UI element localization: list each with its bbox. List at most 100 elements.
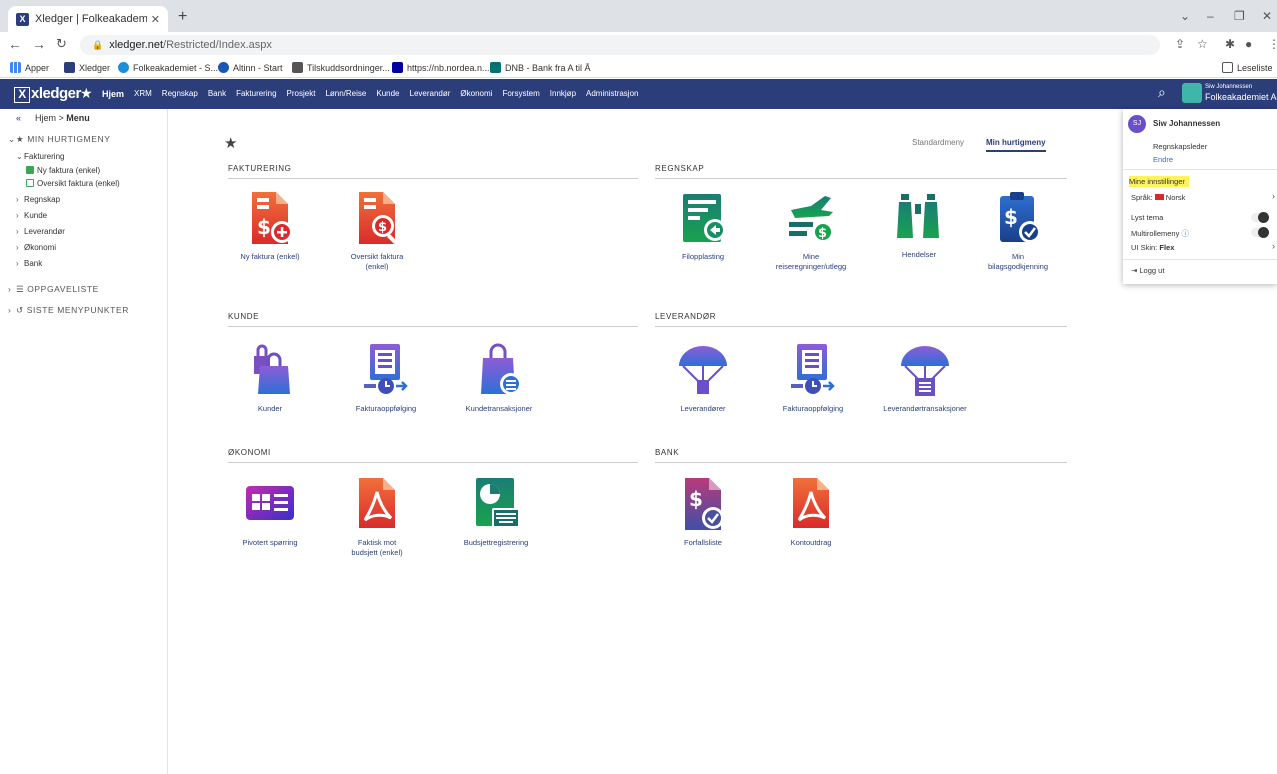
bookmark-folkeakademiet[interactable]: Folkeakademiet - S... xyxy=(118,62,218,73)
pdf-report-icon xyxy=(359,478,395,528)
tile-hendelser[interactable]: Hendelser xyxy=(864,186,974,260)
tile-budsjettregistrering[interactable]: Budsjettregistrering xyxy=(441,474,551,548)
bookmark-tilskudd[interactable]: Tilskuddsordninger... xyxy=(292,62,390,73)
info-icon[interactable]: ⓘ xyxy=(1181,229,1189,238)
ui-skin-selector[interactable]: UI Skin: Flex › xyxy=(1131,241,1275,252)
menu-prosjekt[interactable]: Prosjekt xyxy=(287,89,316,99)
profile-icon[interactable]: ● xyxy=(1245,37,1252,51)
toggle-min-hurtigmeny[interactable]: Min hurtigmeny xyxy=(986,138,1046,152)
extensions-icon[interactable]: ✱ xyxy=(1225,37,1235,51)
tile-fakturaoppfolging-kunde[interactable]: Fakturaoppfølging xyxy=(331,340,441,414)
bookmark-nordea[interactable]: https://nb.nordea.n... xyxy=(392,62,490,73)
favorites-star-icon[interactable]: ★ xyxy=(80,85,93,102)
section-leverandor: LEVERANDØR xyxy=(655,312,1067,327)
minimize-icon[interactable]: – xyxy=(1207,9,1214,23)
menu-leverandor[interactable]: Leverandør xyxy=(410,89,451,99)
tile-pivotert-sporring[interactable]: Pivotert spørring xyxy=(215,474,325,548)
chevron-down-icon: ⌄ xyxy=(8,134,16,144)
tile-faktisk-mot-budsjett[interactable]: Faktisk mot budsjett (enkel) xyxy=(322,474,432,558)
url-input[interactable]: 🔒 xledger.net/Restricted/Index.aspx xyxy=(80,35,1160,55)
bookmark-dnb[interactable]: DNB - Bank fra A til Å xyxy=(490,62,591,73)
chevron-right-icon: › xyxy=(16,243,19,252)
xledger-icon xyxy=(64,62,75,73)
bookmark-altinn[interactable]: Altinn - Start xyxy=(218,62,283,73)
logout-button[interactable]: ⇥ Logg ut xyxy=(1131,266,1164,275)
menu-hjem[interactable]: Hjem xyxy=(102,89,124,99)
sidebar-item-leverandor[interactable]: › Leverandør xyxy=(16,227,65,236)
edit-icon xyxy=(26,179,34,187)
reading-list[interactable]: Leseliste xyxy=(1222,62,1273,73)
tile-oversikt-faktura[interactable]: $ Oversikt faktura (enkel) xyxy=(322,188,432,272)
bookmark-apps[interactable]: Apper xyxy=(10,62,49,73)
browser-menu-icon[interactable]: ⋮ xyxy=(1268,37,1277,51)
close-window-icon[interactable]: ✕ xyxy=(1262,9,1272,23)
xledger-favicon-icon: X xyxy=(16,12,29,26)
multirole-toggle[interactable] xyxy=(1251,227,1269,238)
user-menu-button[interactable]: Siw Johannessen Folkeakademiet Agd xyxy=(1205,83,1277,103)
toggle-standardmeny[interactable]: Standardmeny xyxy=(912,138,964,147)
section-bank: BANK xyxy=(655,448,1067,463)
tile-kunder[interactable]: Kunder xyxy=(215,340,325,414)
tile-label: Kundetransaksjoner xyxy=(465,404,533,413)
edit-role-link[interactable]: Endre xyxy=(1153,155,1173,164)
tile-min-bilagsgodkjenning[interactable]: $ Min bilagsgodkjenning xyxy=(963,188,1073,272)
sidebar-item-regnskap[interactable]: › Regnskap xyxy=(16,195,60,204)
menu-innkjop[interactable]: Innkjøp xyxy=(550,89,576,99)
language-selector[interactable]: Språk: Norsk › xyxy=(1131,191,1275,202)
tab-title: Xledger | Folkeakademiet Agder xyxy=(35,13,147,25)
sidebar-item-kunde[interactable]: › Kunde xyxy=(16,211,47,220)
app-header: Xxledger ★ Hjem XRM Regnskap Bank Faktur… xyxy=(0,79,1277,109)
menu-bank[interactable]: Bank xyxy=(208,89,226,99)
tile-label-line1: Min xyxy=(1011,252,1025,261)
restore-icon[interactable]: ❐ xyxy=(1234,9,1245,23)
search-icon[interactable]: ⌕ xyxy=(1158,84,1166,101)
bookmark-xledger[interactable]: Xledger xyxy=(64,62,110,73)
menu-xrm[interactable]: XRM xyxy=(134,89,152,99)
invoice-followup-icon xyxy=(791,344,835,394)
tile-label: Leverandører xyxy=(680,404,726,413)
menu-forsystem[interactable]: Forsystem xyxy=(502,89,539,99)
menu-lonn-reise[interactable]: Lønn/Reise xyxy=(325,89,366,99)
menu-kunde[interactable]: Kunde xyxy=(376,89,399,99)
tile-forfallsliste[interactable]: $ Forfallsliste xyxy=(648,474,758,548)
tile-label: Kontoutdrag xyxy=(790,538,832,547)
close-tab-icon[interactable]: ✕ xyxy=(151,13,160,26)
menu-regnskap[interactable]: Regnskap xyxy=(162,89,198,99)
tile-leverandortransaksjoner[interactable]: Leverandørtransaksjoner xyxy=(870,340,980,414)
browser-tab[interactable]: X Xledger | Folkeakademiet Agder ✕ xyxy=(8,6,168,32)
tab-search-icon[interactable]: ⌄ xyxy=(1180,9,1190,23)
sidebar-item-ny-faktura[interactable]: Ny faktura (enkel) xyxy=(26,166,100,175)
sidebar-item-oversikt-faktura[interactable]: Oversikt faktura (enkel) xyxy=(26,179,120,188)
sidebar-item-fakturering[interactable]: ⌄Fakturering xyxy=(16,152,64,161)
sidebar-favorites-header[interactable]: ⌄★ MIN HURTIGMENY xyxy=(8,134,111,145)
tile-ny-faktura[interactable]: $ Ny faktura (enkel) xyxy=(215,188,325,262)
back-icon[interactable]: ← xyxy=(8,36,22,52)
favorite-star-icon[interactable]: ★ xyxy=(224,134,237,152)
tile-leverandorer[interactable]: Leverandører xyxy=(648,340,758,414)
share-icon[interactable]: ⇪ xyxy=(1175,37,1185,51)
reload-icon[interactable]: ↻ xyxy=(56,36,67,52)
xledger-logo[interactable]: Xxledger xyxy=(14,85,81,103)
crumb-home[interactable]: Hjem xyxy=(35,113,56,123)
tile-kontoutdrag[interactable]: Kontoutdrag xyxy=(756,474,866,548)
new-tab-icon[interactable]: + xyxy=(178,8,187,26)
tile-mine-reiseregninger[interactable]: $ Mine reiseregninger/utlegg xyxy=(756,188,866,272)
menu-okonomi[interactable]: Økonomi xyxy=(460,89,492,99)
airplane-expense-icon: $ xyxy=(789,196,834,243)
sidebar-item-bank[interactable]: › Bank xyxy=(16,259,42,268)
sidebar-recent-header[interactable]: › ↺ SISTE MENYPUNKTER xyxy=(8,305,129,316)
menu-fakturering[interactable]: Fakturering xyxy=(236,89,276,99)
sidebar-tasks-header[interactable]: › ☰ OPPGAVELISTE xyxy=(8,284,99,295)
bookmark-star-icon[interactable]: ☆ xyxy=(1197,37,1208,51)
tile-fakturaoppfolging-leverandor[interactable]: Fakturaoppfølging xyxy=(758,340,868,414)
sidebar-item-okonomi[interactable]: › Økonomi xyxy=(16,243,56,252)
my-settings-link[interactable]: Mine innstillinger xyxy=(1129,176,1189,187)
parachute-icon xyxy=(679,346,727,394)
section-okonomi: ØKONOMI xyxy=(228,448,638,463)
tile-kundetransaksjoner[interactable]: Kundetransaksjoner xyxy=(444,340,554,414)
light-theme-toggle[interactable] xyxy=(1251,212,1269,223)
menu-administrasjon[interactable]: Administrasjon xyxy=(586,89,638,99)
tile-filopplasting[interactable]: Filopplasting xyxy=(648,188,758,262)
collapse-sidebar-icon[interactable]: « xyxy=(16,113,21,123)
forward-icon[interactable]: → xyxy=(32,36,46,52)
